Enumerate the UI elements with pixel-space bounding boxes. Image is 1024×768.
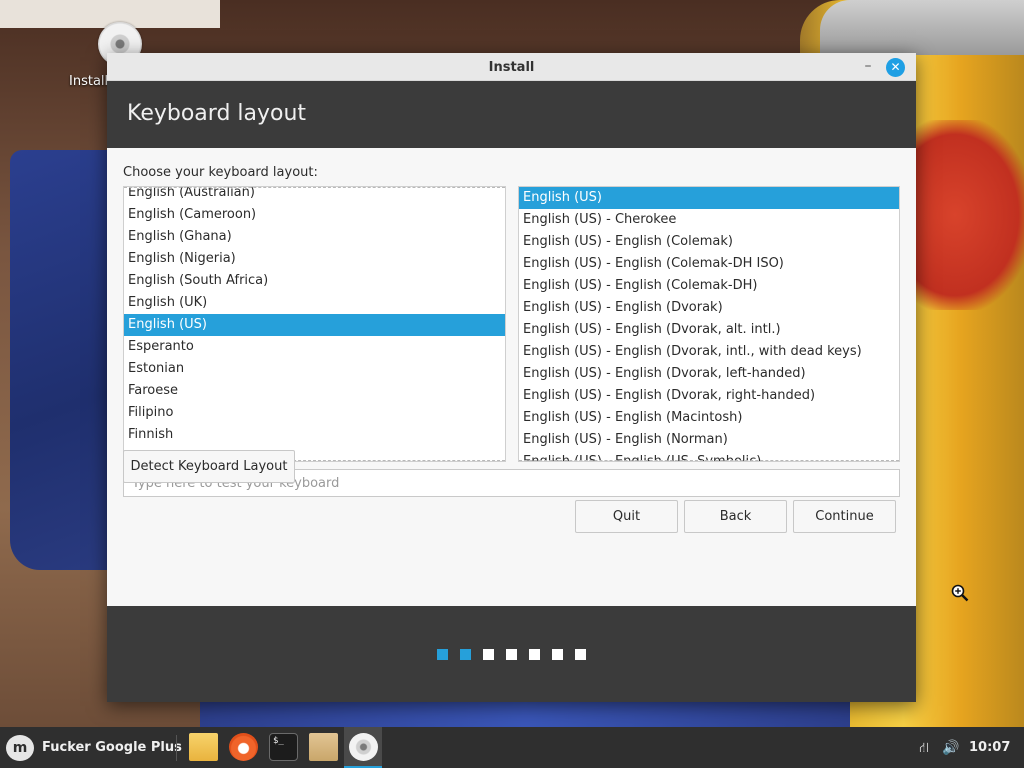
window-title: Install bbox=[488, 60, 535, 75]
menu-label[interactable]: Fucker Google Plus bbox=[42, 740, 182, 755]
layout-list-item[interactable]: English (Cameroon) bbox=[124, 204, 505, 226]
progress-step-dot bbox=[506, 649, 517, 660]
layout-list-item[interactable]: Finnish bbox=[124, 424, 505, 446]
installer-window: Install – ✕ Keyboard layout Choose your … bbox=[107, 53, 916, 702]
layout-list-item[interactable]: English (Ghana) bbox=[124, 226, 505, 248]
desktop-icon-label: Install bbox=[69, 74, 109, 89]
page-content: Choose your keyboard layout: English (Au… bbox=[107, 148, 916, 606]
clock[interactable]: 10:07 bbox=[969, 740, 1010, 755]
choose-layout-label: Choose your keyboard layout: bbox=[123, 165, 318, 180]
list-scroll-edge bbox=[124, 187, 505, 188]
variant-list-item[interactable]: English (US) - English (Dvorak) bbox=[519, 297, 899, 319]
progress-step-dot bbox=[437, 649, 448, 660]
continue-button[interactable]: Continue bbox=[793, 500, 896, 533]
progress-step-dot bbox=[529, 649, 540, 660]
back-button[interactable]: Back bbox=[684, 500, 787, 533]
variant-list-item[interactable]: English (US) bbox=[519, 187, 899, 209]
progress-indicator bbox=[437, 649, 586, 660]
folder-icon bbox=[189, 733, 218, 761]
variant-list[interactable]: English (US) English (US) - Cherokee Engli… bbox=[518, 186, 900, 462]
page-header: Keyboard layout bbox=[107, 81, 916, 148]
layout-list-item[interactable]: English (Nigeria) bbox=[124, 248, 505, 270]
install-window-button[interactable] bbox=[344, 727, 382, 768]
variant-list-item[interactable]: English (US) - English (Dvorak, intl., w… bbox=[519, 341, 899, 363]
progress-step-dot bbox=[483, 649, 494, 660]
archive-launcher[interactable] bbox=[304, 727, 342, 768]
window-titlebar[interactable]: Install – ✕ bbox=[107, 53, 916, 81]
variant-list-item[interactable]: English (US) - Cherokee bbox=[519, 209, 899, 231]
list-scroll-edge bbox=[519, 460, 899, 461]
layout-list-item[interactable]: Filipino bbox=[124, 402, 505, 424]
firefox-icon bbox=[229, 733, 258, 761]
variant-list-item[interactable]: English (US) - English (Macintosh) bbox=[519, 407, 899, 429]
minimize-icon[interactable]: – bbox=[859, 56, 877, 76]
install-disc-icon bbox=[349, 733, 378, 761]
progress-step-dot bbox=[552, 649, 563, 660]
layout-list-item[interactable]: English (Australian) bbox=[124, 187, 505, 204]
progress-step-dot bbox=[575, 649, 586, 660]
archive-icon bbox=[309, 733, 338, 761]
firefox-launcher[interactable] bbox=[224, 727, 262, 768]
quit-button[interactable]: Quit bbox=[575, 500, 678, 533]
files-launcher[interactable] bbox=[184, 727, 222, 768]
terminal-launcher[interactable]: $_ bbox=[264, 727, 302, 768]
variant-list-item[interactable]: English (US) - English (Norman) bbox=[519, 429, 899, 451]
progress-footer bbox=[107, 606, 916, 702]
zoom-cursor-icon bbox=[951, 584, 969, 602]
network-icon[interactable]: ⛙ bbox=[915, 739, 933, 757]
layout-list-item[interactable]: English (US) bbox=[124, 314, 505, 336]
close-icon[interactable]: ✕ bbox=[886, 58, 905, 77]
variant-list-item[interactable]: English (US) - English (Colemak-DH) bbox=[519, 275, 899, 297]
taskbar: m Fucker Google Plus $_ ⛙ 🔊 10:07 bbox=[0, 727, 1024, 768]
layout-list-item[interactable]: English (South Africa) bbox=[124, 270, 505, 292]
variant-list-item[interactable]: English (US) - English (Colemak-DH ISO) bbox=[519, 253, 899, 275]
progress-step-dot bbox=[460, 649, 471, 660]
layout-list-item[interactable]: English (UK) bbox=[124, 292, 505, 314]
volume-icon[interactable]: 🔊 bbox=[942, 739, 960, 757]
variant-list-item[interactable]: English (US) - English (Dvorak, left-han… bbox=[519, 363, 899, 385]
mint-menu-icon[interactable]: m bbox=[6, 735, 34, 761]
variant-list-item[interactable]: English (US) - English (Dvorak, alt. int… bbox=[519, 319, 899, 341]
taskbar-separator bbox=[176, 735, 177, 761]
variant-list-item[interactable]: English (US) - English (Dvorak, right-ha… bbox=[519, 385, 899, 407]
wallpaper-can-top bbox=[820, 0, 1024, 55]
layout-list-item[interactable]: Estonian bbox=[124, 358, 505, 380]
page-title: Keyboard layout bbox=[127, 101, 307, 126]
layout-list[interactable]: English (Australian) English (Cameroon) En… bbox=[123, 186, 506, 462]
variant-list-item[interactable]: English (US) - English (Colemak) bbox=[519, 231, 899, 253]
detect-layout-button[interactable]: Detect Keyboard Layout bbox=[123, 450, 295, 483]
terminal-icon: $_ bbox=[269, 733, 298, 761]
layout-list-item[interactable]: Esperanto bbox=[124, 336, 505, 358]
layout-list-item[interactable]: Faroese bbox=[124, 380, 505, 402]
